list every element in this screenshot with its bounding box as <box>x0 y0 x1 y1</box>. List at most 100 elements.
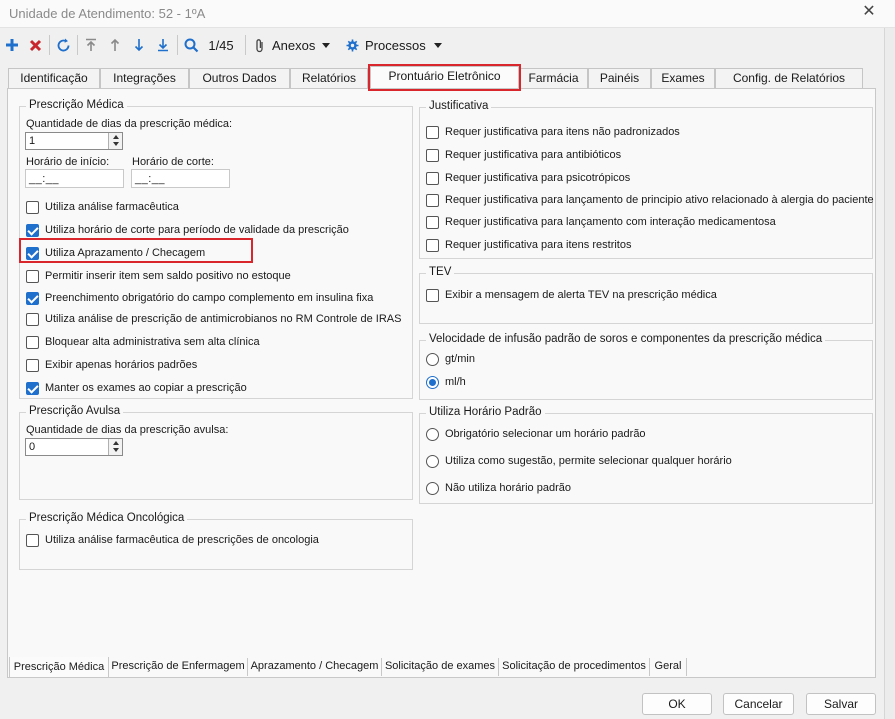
checkbox-justificativa-nao-padronizados[interactable]: Requer justificativa para itens não padr… <box>426 124 680 140</box>
subtab-aprazamento-checagem[interactable]: Aprazamento / Checagem <box>248 658 382 676</box>
radio-ml-h[interactable]: ml/h <box>426 374 466 390</box>
delete-icon[interactable] <box>26 33 44 57</box>
subtab-prescricao-medica[interactable]: Prescrição Médica <box>9 657 109 678</box>
checkbox-box[interactable] <box>26 358 39 372</box>
subtab-solicitacao-procedimentos[interactable]: Solicitação de procedimentos <box>499 658 650 676</box>
stepper-down-icon[interactable] <box>113 142 119 146</box>
checkbox-analise-farmaceutica[interactable]: Utiliza análise farmacêutica <box>26 199 179 215</box>
checkbox-label: Requer justificativa para itens restrito… <box>445 239 632 251</box>
save-button[interactable]: Salvar <box>806 693 876 715</box>
radio-nao-utiliza-horario[interactable]: Não utiliza horário padrão <box>426 480 571 496</box>
dias-prescricao-stepper[interactable]: 1 <box>25 132 123 150</box>
horario-inicio-input[interactable]: __:__ <box>25 169 124 188</box>
anexos-label: Anexos <box>272 37 316 53</box>
tab-identificacao[interactable]: Identificação <box>8 68 100 88</box>
radio-gt-min[interactable]: gt/min <box>426 351 475 367</box>
checkbox-horarios-padroes[interactable]: Exibir apenas horários padrões <box>26 357 197 373</box>
checkbox-box[interactable] <box>426 288 439 302</box>
checkbox-label: Requer justificativa para antibióticos <box>445 149 622 161</box>
subtab-solicitacao-exames[interactable]: Solicitação de exames <box>382 658 499 676</box>
tab-integracoes[interactable]: Integrações <box>100 68 189 88</box>
checkbox-label: Utiliza análise farmacêutica <box>45 201 179 213</box>
checkbox-justificativa-restritos[interactable]: Requer justificativa para itens restrito… <box>426 237 631 253</box>
close-icon[interactable]: ✕ <box>855 1 883 25</box>
checkbox-box[interactable] <box>426 171 439 185</box>
tab-paineis[interactable]: Painéis <box>588 68 651 88</box>
tab-relatorios[interactable]: Relatórios <box>290 68 368 88</box>
checkbox-label: Manter os exames ao copiar a prescrição <box>45 382 247 394</box>
stepper-value: 0 <box>29 441 36 453</box>
stepper-arrows[interactable] <box>108 439 122 455</box>
checkbox-box[interactable] <box>426 125 439 139</box>
window-title: Unidade de Atendimento: 52 - 1ºA <box>9 6 206 21</box>
checkbox-antimicrobianos-iras[interactable]: Utiliza análise de prescrição de antimic… <box>26 311 401 327</box>
cancel-button[interactable]: Cancelar <box>723 693 794 715</box>
radio-label: Obrigatório selecionar um horário padrão <box>445 428 646 440</box>
group-title: Justificativa <box>426 100 492 112</box>
tab-outros-dados[interactable]: Outros Dados <box>189 68 290 88</box>
checkbox-justificativa-alergia[interactable]: Requer justificativa para lançamento de … <box>426 192 874 208</box>
ok-button[interactable]: OK <box>642 693 712 715</box>
next-record-icon[interactable] <box>130 33 148 57</box>
radio-circle[interactable] <box>426 427 439 441</box>
anexos-button[interactable]: Anexos <box>255 33 335 57</box>
checkbox-box[interactable] <box>426 215 439 229</box>
stepper-up-icon[interactable] <box>113 135 119 139</box>
checkbox-analise-oncologia[interactable]: Utiliza análise farmacêutica de prescriç… <box>26 532 319 548</box>
checkbox-item-sem-saldo[interactable]: Permitir inserir item sem saldo positivo… <box>26 268 291 284</box>
radio-label: Utiliza como sugestão, permite seleciona… <box>445 455 732 467</box>
toolbar-separator <box>77 35 78 55</box>
paperclip-icon <box>256 38 263 52</box>
radio-circle[interactable] <box>426 375 439 389</box>
group-title: Utiliza Horário Padrão <box>426 406 545 418</box>
checkbox-justificativa-psicotropicos[interactable]: Requer justificativa para psicotrópicos <box>426 170 630 186</box>
subtab-geral[interactable]: Geral <box>650 658 687 676</box>
title-bar: Unidade de Atendimento: 52 - 1ºA ✕ <box>0 0 895 28</box>
checkbox-justificativa-interacao[interactable]: Requer justificativa para lançamento com… <box>426 214 776 230</box>
checkbox-box[interactable] <box>26 200 39 214</box>
horario-corte-input[interactable]: __:__ <box>131 169 230 188</box>
checkbox-horario-corte-validade[interactable]: Utiliza horário de corte para período de… <box>26 222 349 238</box>
dias-avulsa-stepper[interactable]: 0 <box>25 438 123 456</box>
first-record-icon[interactable] <box>82 33 100 57</box>
checkbox-bloquear-alta[interactable]: Bloquear alta administrativa sem alta cl… <box>26 334 260 350</box>
checkbox-box[interactable] <box>426 148 439 162</box>
previous-record-icon[interactable] <box>106 33 124 57</box>
checkbox-box[interactable] <box>26 335 39 349</box>
stepper-up-icon[interactable] <box>113 441 119 445</box>
checkbox-box[interactable] <box>426 238 439 252</box>
checkbox-box[interactable] <box>26 533 39 547</box>
checkbox-box[interactable] <box>26 381 39 395</box>
tab-farmacia[interactable]: Farmácia <box>519 68 588 88</box>
radio-circle[interactable] <box>426 352 439 366</box>
checkbox-box[interactable] <box>26 223 39 237</box>
stepper-down-icon[interactable] <box>113 448 119 452</box>
radio-horario-obrigatorio[interactable]: Obrigatório selecionar um horário padrão <box>426 426 646 442</box>
add-icon[interactable] <box>3 33 21 57</box>
checkbox-box[interactable] <box>426 193 439 207</box>
radio-circle[interactable] <box>426 454 439 468</box>
last-record-icon[interactable] <box>154 33 172 57</box>
subtab-prescricao-enfermagem[interactable]: Prescrição de Enfermagem <box>109 658 248 676</box>
processos-label: Processos <box>365 37 426 53</box>
tab-config-relatorios[interactable]: Config. de Relatórios <box>715 68 863 88</box>
stepper-arrows[interactable] <box>108 133 122 149</box>
checkbox-justificativa-antibioticos[interactable]: Requer justificativa para antibióticos <box>426 147 621 163</box>
checkbox-alerta-tev[interactable]: Exibir a mensagem de alerta TEV na presc… <box>426 287 717 303</box>
checkbox-box[interactable] <box>26 291 39 305</box>
checkbox-complemento-insulina[interactable]: Preenchimento obrigatório do campo compl… <box>26 290 373 306</box>
group-title: Prescrição Avulsa <box>26 405 124 417</box>
checkbox-label: Bloquear alta administrativa sem alta cl… <box>45 336 260 348</box>
processos-button[interactable]: Processos <box>346 33 444 57</box>
search-icon[interactable] <box>181 33 201 57</box>
radio-horario-sugestao[interactable]: Utiliza como sugestão, permite seleciona… <box>426 453 732 469</box>
radio-label: gt/min <box>445 353 475 365</box>
checkbox-manter-exames[interactable]: Manter os exames ao copiar a prescrição <box>26 380 247 396</box>
tab-exames[interactable]: Exames <box>651 68 715 88</box>
checkbox-label: Requer justificativa para psicotrópicos <box>445 172 631 184</box>
refresh-icon[interactable] <box>53 33 73 57</box>
radio-circle[interactable] <box>426 481 439 495</box>
checkbox-label: Preenchimento obrigatório do campo compl… <box>45 292 374 304</box>
checkbox-box[interactable] <box>26 269 39 283</box>
checkbox-box[interactable] <box>26 312 39 326</box>
